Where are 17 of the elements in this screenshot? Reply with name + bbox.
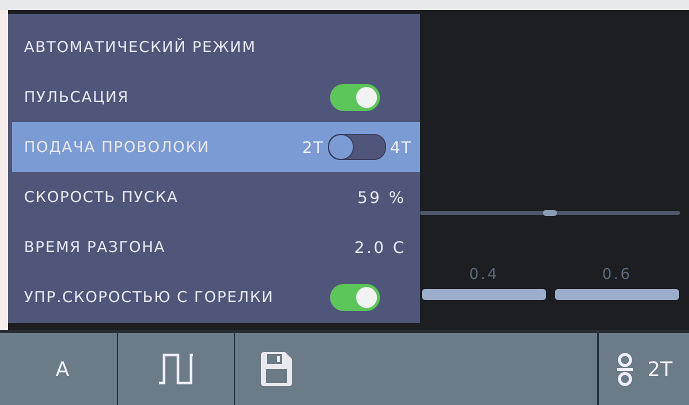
option-label: 4T bbox=[390, 138, 412, 156]
toggle-switch[interactable] bbox=[330, 84, 380, 110]
pulse-wave-icon bbox=[158, 353, 194, 385]
menu-row[interactable]: ПУЛЬСАЦИЯ bbox=[12, 72, 420, 122]
scale-label: 0.6 bbox=[602, 265, 632, 283]
menu-row[interactable]: АВТОМАТИЧЕСКИЙ РЕЖИМ bbox=[12, 22, 420, 72]
value-text: 59 % bbox=[357, 188, 406, 206]
mode-switch[interactable] bbox=[328, 134, 386, 160]
toggle-switch[interactable] bbox=[330, 284, 380, 310]
value-text: 2.0 С bbox=[354, 238, 406, 256]
menu-row[interactable]: СКОРОСТЬ ПУСКА 59 % bbox=[12, 172, 420, 222]
option-label: 2T bbox=[302, 138, 324, 156]
scale-label: 0.4 bbox=[469, 265, 499, 283]
menu-row[interactable]: УПР.СКОРОСТЬЮ С ГОРЕЛКИ bbox=[12, 272, 420, 322]
menu-row[interactable]: ВРЕМЯ РАЗГОНА 2.0 С bbox=[12, 222, 420, 272]
slider-thumb[interactable] bbox=[543, 210, 557, 216]
wire-spool-icon bbox=[616, 352, 634, 386]
